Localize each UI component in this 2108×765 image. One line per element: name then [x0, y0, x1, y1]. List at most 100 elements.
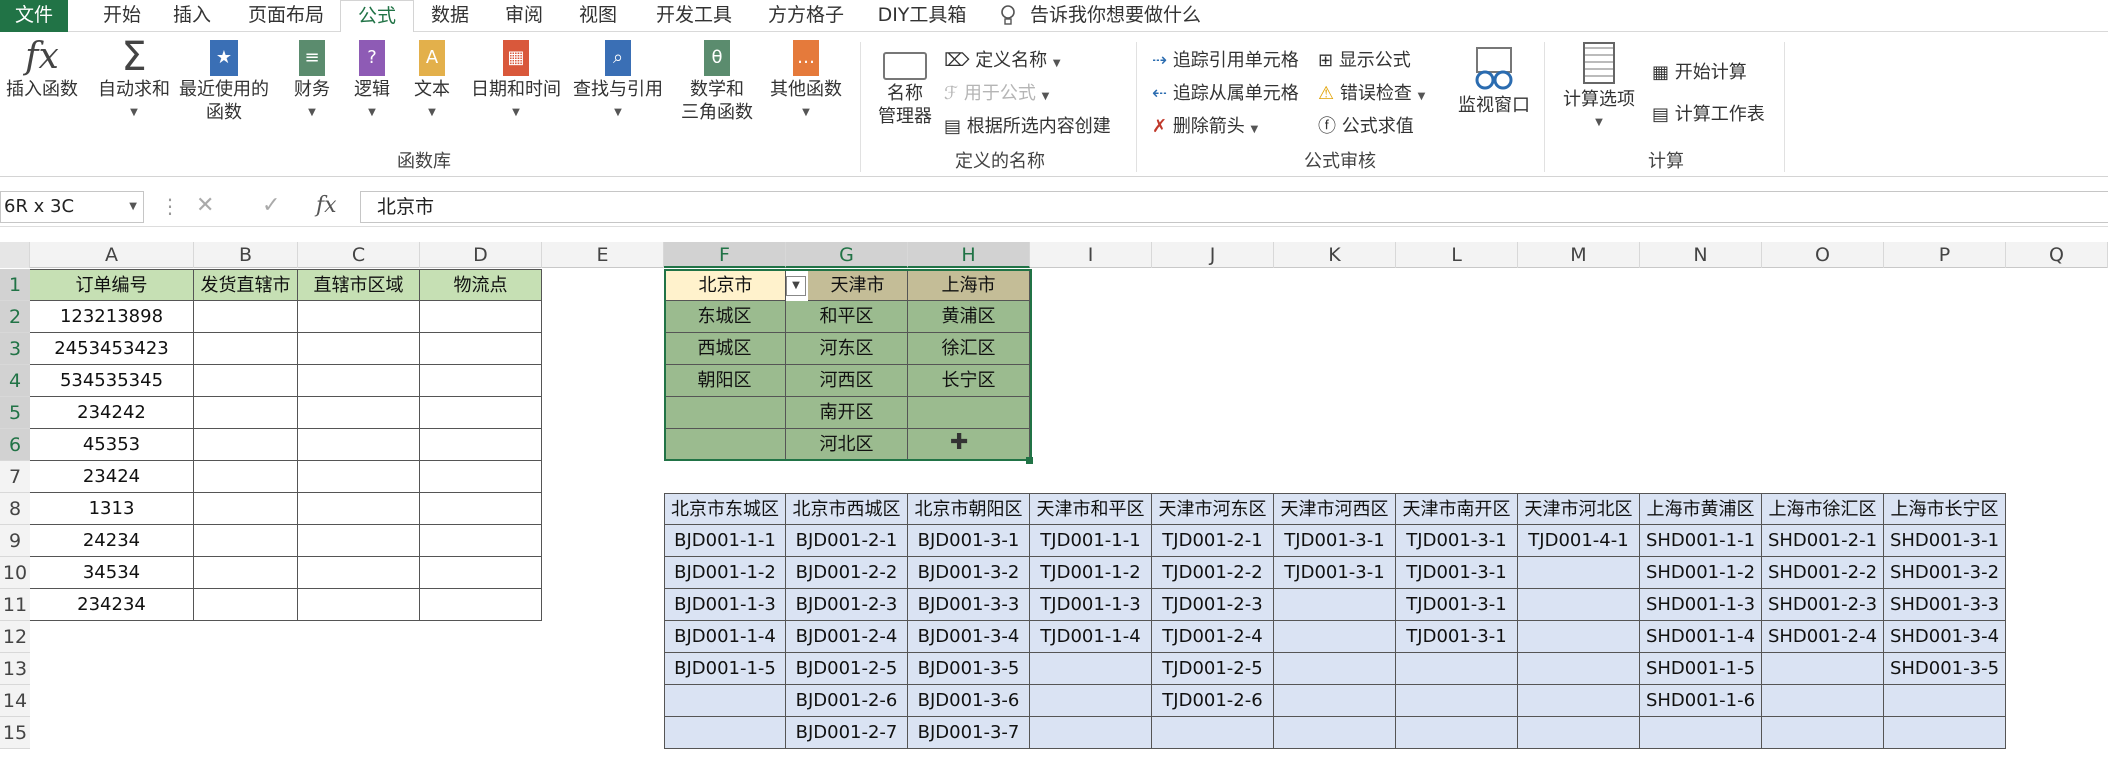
order-data-cell[interactable]: [298, 557, 420, 589]
name-box[interactable]: 6R x 3C ▼: [0, 191, 144, 223]
column-header-f[interactable]: F: [664, 242, 786, 268]
column-header-j[interactable]: J: [1152, 242, 1274, 268]
logistics-header-cell[interactable]: 天津市河北区: [1518, 493, 1640, 525]
order-id-cell[interactable]: 45353: [30, 429, 194, 461]
district-cell[interactable]: 黄浦区: [908, 301, 1030, 333]
tab-data[interactable]: 数据: [420, 0, 480, 32]
order-data-cell[interactable]: [298, 301, 420, 333]
order-header-cell[interactable]: 物流点: [420, 269, 542, 301]
district-cell[interactable]: 河北区: [786, 429, 908, 461]
row-header[interactable]: 12: [0, 621, 30, 653]
logistics-code-cell[interactable]: [1396, 653, 1518, 685]
order-header-cell[interactable]: 订单编号: [30, 269, 194, 301]
trace-dependents-button[interactable]: ⇠ 追踪从属单元格: [1152, 79, 1299, 105]
logistics-code-cell[interactable]: SHD001-1-1: [1640, 525, 1762, 557]
logistics-code-cell[interactable]: BJD001-3-2: [908, 557, 1030, 589]
insert-function-fx-icon[interactable]: fx: [316, 191, 337, 221]
district-cell[interactable]: 南开区: [786, 397, 908, 429]
logistics-code-cell[interactable]: TJD001-1-3: [1030, 589, 1152, 621]
column-header-a[interactable]: A: [30, 242, 194, 268]
column-header-h[interactable]: H: [908, 242, 1030, 268]
error-checking-button[interactable]: ⚠ 错误检查 ▼: [1318, 79, 1425, 105]
column-header-i[interactable]: I: [1030, 242, 1152, 268]
logistics-code-cell[interactable]: SHD001-2-4: [1762, 621, 1884, 653]
column-header-b[interactable]: B: [194, 242, 298, 268]
chevron-down-icon[interactable]: ▼: [129, 192, 137, 222]
logistics-code-cell[interactable]: TJD001-2-4: [1152, 621, 1274, 653]
logistics-code-cell[interactable]: SHD001-3-4: [1884, 621, 2006, 653]
order-data-cell[interactable]: [194, 365, 298, 397]
logistics-code-cell[interactable]: [1762, 685, 1884, 717]
recently-used-button[interactable]: ★ 最近使用的 函数: [178, 36, 270, 124]
city-header-cell[interactable]: 上海市: [908, 269, 1030, 301]
logistics-code-cell[interactable]: [1396, 717, 1518, 749]
logistics-code-cell[interactable]: [1274, 589, 1396, 621]
logistics-code-cell[interactable]: [1030, 685, 1152, 717]
order-data-cell[interactable]: [420, 589, 542, 621]
logistics-code-cell[interactable]: [1274, 685, 1396, 717]
row-header[interactable]: 5: [0, 397, 30, 429]
fill-handle[interactable]: [1026, 457, 1033, 464]
city-header-cell[interactable]: 北京市: [664, 269, 786, 301]
logistics-code-cell[interactable]: SHD001-1-3: [1640, 589, 1762, 621]
district-cell[interactable]: [908, 397, 1030, 429]
row-header[interactable]: 3: [0, 333, 30, 365]
logistics-code-cell[interactable]: TJD001-1-4: [1030, 621, 1152, 653]
tab-formulas[interactable]: 公式: [340, 0, 414, 34]
order-data-cell[interactable]: [298, 589, 420, 621]
logistics-code-cell[interactable]: SHD001-3-2: [1884, 557, 2006, 589]
logistics-code-cell[interactable]: BJD001-2-4: [786, 621, 908, 653]
logistics-code-cell[interactable]: SHD001-1-5: [1640, 653, 1762, 685]
column-header-q[interactable]: Q: [2006, 242, 2108, 268]
logistics-code-cell[interactable]: BJD001-3-1: [908, 525, 1030, 557]
cancel-icon[interactable]: ✕: [196, 191, 214, 221]
logistics-code-cell[interactable]: BJD001-2-5: [786, 653, 908, 685]
logistics-code-cell[interactable]: [1518, 621, 1640, 653]
logistics-code-cell[interactable]: [1518, 557, 1640, 589]
logistics-code-cell[interactable]: [1884, 685, 2006, 717]
row-header[interactable]: 9: [0, 525, 30, 557]
logistics-code-cell[interactable]: TJD001-3-1: [1396, 621, 1518, 653]
text-button[interactable]: A 文本 ▼: [406, 36, 458, 124]
logistics-code-cell[interactable]: TJD001-3-1: [1274, 525, 1396, 557]
logistics-code-cell[interactable]: SHD001-1-4: [1640, 621, 1762, 653]
order-data-cell[interactable]: [420, 397, 542, 429]
logistics-code-cell[interactable]: [664, 685, 786, 717]
order-header-cell[interactable]: 直辖市区域: [298, 269, 420, 301]
calculate-sheet-button[interactable]: ▤ 计算工作表: [1652, 100, 1765, 126]
column-header-n[interactable]: N: [1640, 242, 1762, 268]
city-header-cell[interactable]: 天津市: [808, 269, 908, 301]
row-header[interactable]: 15: [0, 717, 30, 749]
order-data-cell[interactable]: [420, 557, 542, 589]
logistics-code-cell[interactable]: TJD001-2-1: [1152, 525, 1274, 557]
column-header-g[interactable]: G: [786, 242, 908, 268]
district-cell[interactable]: 和平区: [786, 301, 908, 333]
column-header-m[interactable]: M: [1518, 242, 1640, 268]
order-id-cell[interactable]: 234234: [30, 589, 194, 621]
tab-diy-toolbox[interactable]: DIY工具箱: [872, 0, 972, 32]
calculate-now-button[interactable]: ▦ 开始计算: [1652, 58, 1747, 84]
logistics-code-cell[interactable]: TJD001-3-1: [1396, 525, 1518, 557]
logistics-code-cell[interactable]: TJD001-2-3: [1152, 589, 1274, 621]
logistics-code-cell[interactable]: BJD001-2-2: [786, 557, 908, 589]
logistics-code-cell[interactable]: BJD001-3-3: [908, 589, 1030, 621]
logistics-code-cell[interactable]: [1274, 717, 1396, 749]
logistics-header-cell[interactable]: 北京市朝阳区: [908, 493, 1030, 525]
logistics-code-cell[interactable]: [1884, 717, 2006, 749]
tab-insert[interactable]: 插入: [162, 0, 222, 32]
order-data-cell[interactable]: [420, 525, 542, 557]
district-cell[interactable]: [908, 429, 1030, 461]
logistics-code-cell[interactable]: SHD001-1-6: [1640, 685, 1762, 717]
order-data-cell[interactable]: [194, 493, 298, 525]
more-options-icon[interactable]: ⋮: [160, 191, 180, 221]
logistics-code-cell[interactable]: TJD001-3-1: [1274, 557, 1396, 589]
logistics-code-cell[interactable]: TJD001-2-2: [1152, 557, 1274, 589]
logistics-code-cell[interactable]: [1640, 717, 1762, 749]
order-data-cell[interactable]: [420, 301, 542, 333]
row-header[interactable]: 7: [0, 461, 30, 493]
logistics-code-cell[interactable]: TJD001-1-1: [1030, 525, 1152, 557]
logical-button[interactable]: ? 逻辑 ▼: [346, 36, 398, 124]
logistics-code-cell[interactable]: TJD001-2-5: [1152, 653, 1274, 685]
calculation-options-button[interactable]: 计算选项 ▼: [1558, 38, 1640, 134]
column-header-e[interactable]: E: [542, 242, 664, 268]
